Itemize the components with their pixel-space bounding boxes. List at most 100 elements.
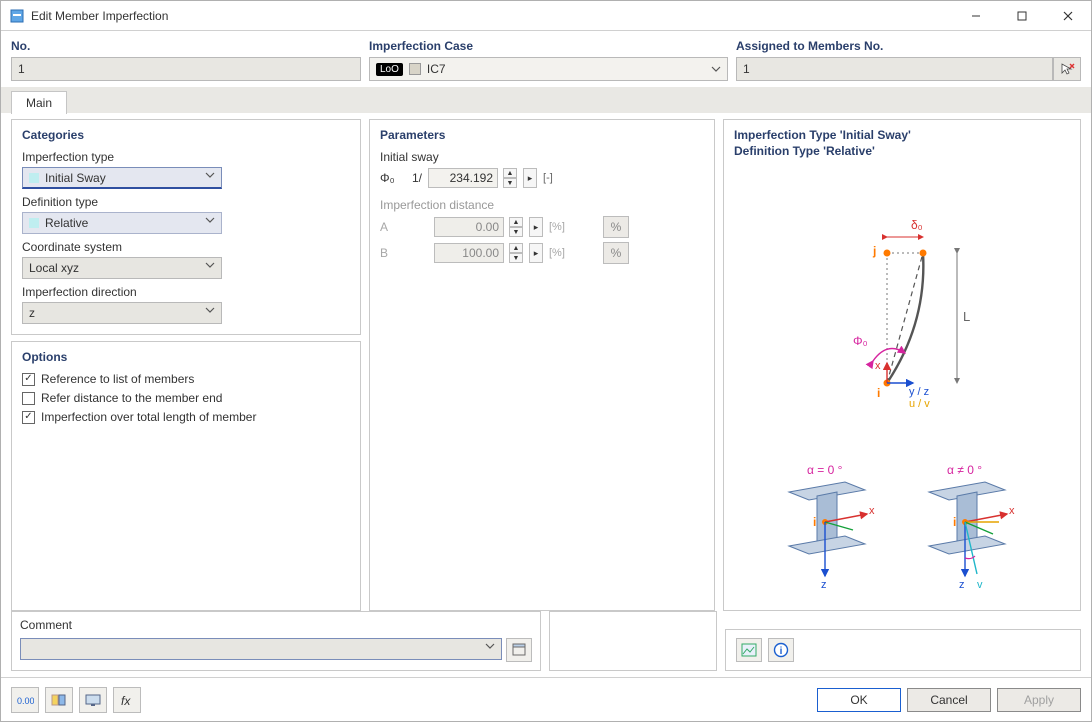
cancel-button[interactable]: Cancel (907, 688, 991, 712)
a-menu-button[interactable]: ▸ (529, 217, 543, 237)
options-panel: Options Reference to list of members Ref… (11, 341, 361, 611)
b-pct-button[interactable]: % (603, 242, 629, 264)
checkbox-over-total-length[interactable] (22, 411, 35, 424)
section-alpha-nonzero: α ≠ 0 ° i x (907, 460, 1037, 600)
direction-dropdown[interactable]: z (22, 302, 222, 324)
info-panel: Imperfection Type 'Initial Sway' Definit… (723, 119, 1081, 611)
empty-panel (549, 611, 717, 671)
b-spinner[interactable]: ▲▼ (509, 243, 523, 263)
case-swatch-icon (409, 63, 421, 75)
formula-button[interactable]: fx (113, 687, 141, 713)
svg-text:u / v: u / v (909, 398, 930, 410)
close-button[interactable] (1045, 1, 1091, 31)
checkbox-refer-distance[interactable] (22, 392, 35, 405)
coord-dropdown[interactable]: Local xyz (22, 257, 222, 279)
chevron-down-icon (711, 66, 721, 72)
a-label: A (380, 220, 406, 234)
svg-text:i: i (953, 515, 956, 529)
svg-text:fx: fx (121, 694, 131, 707)
a-value-input[interactable]: 0.00 (434, 217, 504, 237)
comment-panel: Comment (11, 611, 541, 671)
imperfection-case-dropdown[interactable]: LoO IC7 (369, 57, 728, 81)
definition-swatch-icon (29, 218, 39, 228)
assigned-value: 1 (743, 62, 750, 76)
svg-text:i: i (813, 515, 816, 529)
comment-row: Comment i (1, 611, 1091, 677)
monitor-icon (84, 693, 102, 707)
tab-main[interactable]: Main (11, 91, 67, 114)
a-pct-button[interactable]: % (603, 216, 629, 238)
case-value: IC7 (427, 62, 446, 76)
phi-value-input[interactable]: 234.192 (428, 168, 498, 188)
a-spinner[interactable]: ▲▼ (509, 217, 523, 237)
maximize-button[interactable] (999, 1, 1045, 31)
section-diagrams: α = 0 ° i x (734, 460, 1070, 600)
case-chip: LoO (376, 63, 403, 76)
svg-text:Φ₀: Φ₀ (853, 334, 868, 348)
coord-value: Local xyz (29, 261, 79, 275)
comment-library-button[interactable] (506, 638, 532, 662)
apply-button[interactable]: Apply (997, 688, 1081, 712)
chevron-down-icon (205, 307, 215, 313)
imperfection-type-label: Imperfection type (22, 150, 350, 164)
coord-label: Coordinate system (22, 240, 350, 254)
a-unit: [%] (549, 221, 565, 233)
svg-text:δ₀: δ₀ (911, 218, 923, 232)
direction-value: z (29, 306, 35, 320)
svg-text:y / z: y / z (909, 386, 929, 398)
checkbox-reference-list[interactable] (22, 373, 35, 386)
view-texture-button[interactable] (736, 638, 762, 662)
phi-unit: [-] (543, 172, 553, 184)
options-title: Options (22, 350, 350, 364)
units-button[interactable]: 0.00 (11, 687, 39, 713)
info-line1: Imperfection Type 'Initial Sway' (734, 128, 1070, 144)
distance-label: Imperfection distance (380, 198, 704, 212)
minimize-button[interactable] (953, 1, 999, 31)
view-info-button[interactable]: i (768, 638, 794, 662)
chevron-down-icon (485, 643, 495, 649)
chevron-down-icon (205, 262, 215, 268)
assigned-members-field[interactable]: 1 (736, 57, 1053, 81)
svg-text:x: x (875, 360, 881, 372)
header-row: No. 1 Imperfection Case LoO IC7 Assigned… (1, 31, 1091, 87)
definition-type-dropdown[interactable]: Relative (22, 212, 222, 234)
svg-text:L: L (963, 309, 970, 324)
sway-diagram-svg: δ₀ j i (827, 213, 977, 413)
comment-title: Comment (20, 618, 532, 632)
info-heading: Imperfection Type 'Initial Sway' Definit… (734, 128, 1070, 159)
b-menu-button[interactable]: ▸ (529, 243, 543, 263)
no-label: No. (11, 39, 361, 53)
categories-title: Categories (22, 128, 350, 142)
chevron-down-icon (205, 172, 215, 178)
render-button[interactable] (79, 687, 107, 713)
svg-text:α ≠ 0 °: α ≠ 0 ° (947, 463, 982, 477)
titlebar: Edit Member Imperfection (1, 1, 1091, 31)
ok-button[interactable]: OK (817, 688, 901, 712)
info-line2: Definition Type 'Relative' (734, 144, 1070, 160)
phi-symbol: Φ₀ (380, 171, 406, 185)
window-title: Edit Member Imperfection (31, 9, 953, 23)
highlight-icon (50, 693, 68, 707)
one-over-label: 1/ (412, 171, 422, 185)
info-icon: i (773, 642, 789, 658)
b-unit: [%] (549, 247, 565, 259)
chevron-down-icon (205, 217, 215, 223)
b-label: B (380, 246, 406, 260)
phi-spinner[interactable]: ▲▼ (503, 168, 517, 188)
definition-type-label: Definition type (22, 195, 350, 209)
svg-text:z: z (959, 579, 965, 591)
imperfection-type-value: Initial Sway (45, 171, 106, 185)
svg-text:0.00: 0.00 (17, 696, 34, 706)
svg-text:z: z (821, 579, 827, 591)
units-icon: 0.00 (16, 693, 34, 707)
no-value: 1 (18, 62, 25, 76)
b-value-input[interactable]: 100.00 (434, 243, 504, 263)
phi-menu-button[interactable]: ▸ (523, 168, 537, 188)
highlight-button[interactable] (45, 687, 73, 713)
svg-text:j: j (872, 244, 876, 258)
pick-members-button[interactable] (1053, 57, 1081, 81)
imperfection-type-dropdown[interactable]: Initial Sway (22, 167, 222, 189)
picture-icon (741, 643, 757, 657)
no-field[interactable]: 1 (11, 57, 361, 81)
comment-dropdown[interactable] (20, 638, 502, 660)
